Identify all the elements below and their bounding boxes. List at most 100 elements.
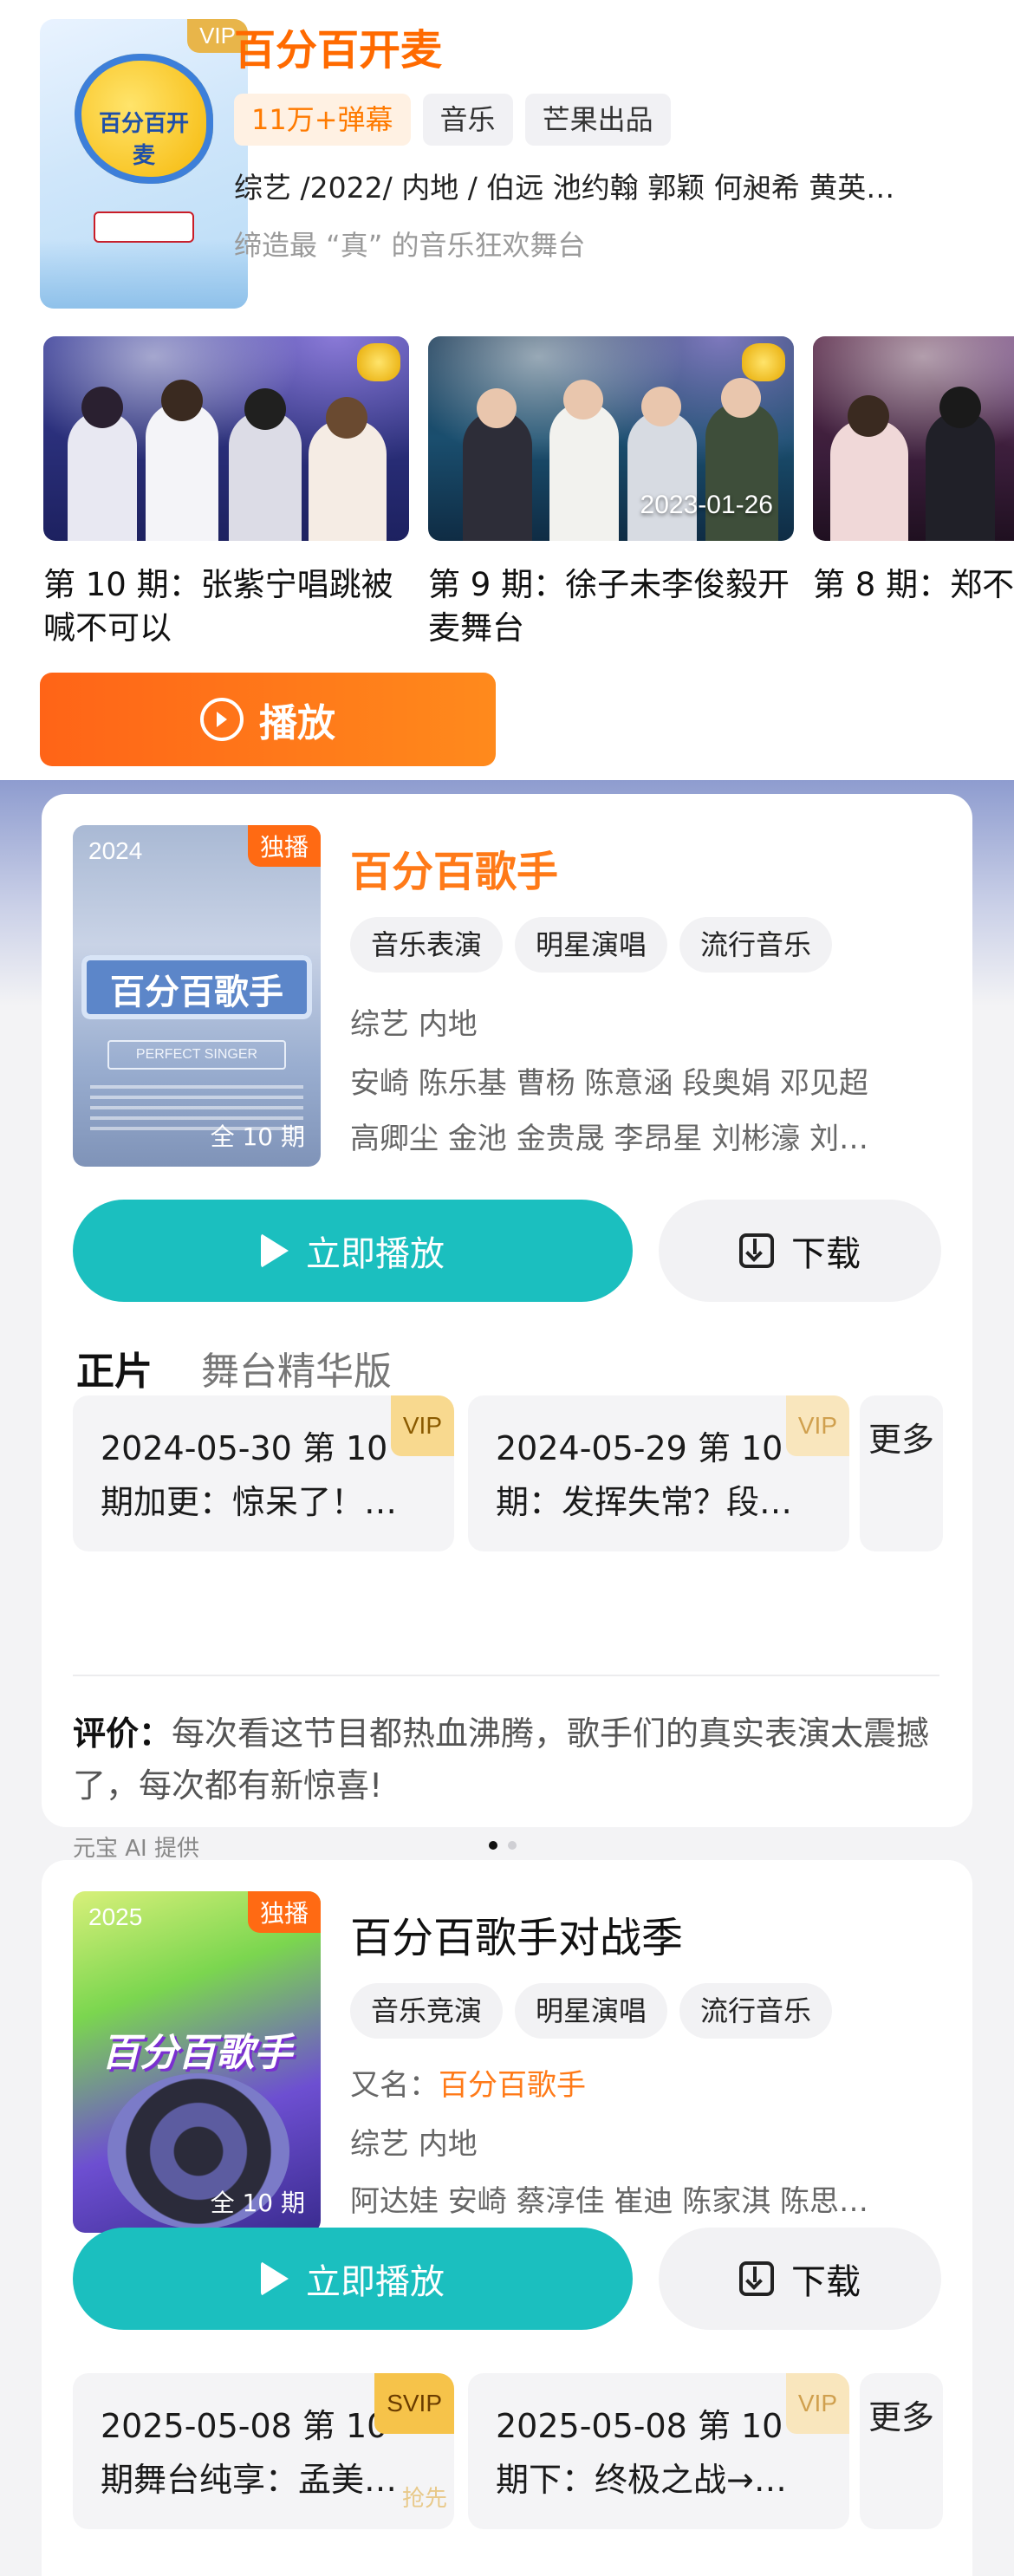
episode-title[interactable]: 第 10 期：张紫宁唱跳被喊不可以 [43,563,409,650]
genre-tags: 音乐竞演 明星演唱 流行音乐 [350,1983,833,2039]
tag-music[interactable]: 音乐 [422,94,513,146]
episode-title[interactable]: 第 8 期：郑不唱甜歌 [813,563,1014,650]
card-poster[interactable]: 百分百歌手 2025 独播 全 10 期 [73,1891,321,2233]
card-title[interactable]: 百分百歌手对战季 [350,1903,683,1964]
episode-card-line2: 期舞台纯享：孟美… [101,2461,398,2499]
poster-year: 2025 [88,1903,143,1930]
show-poster[interactable]: 百分百开麦 VIP [40,19,248,309]
version-tabs: 正片 舞台精华版 [76,1340,392,1395]
performer-figure [229,411,302,541]
ai-credit: 元宝 AI 提供 [73,1836,199,1862]
performer-head [161,380,203,421]
poster-brand-text: 百分百歌手 [110,973,283,1012]
performer-head [939,387,981,428]
download-label: 下载 [791,2262,861,2302]
performer-head [721,378,761,418]
play-icon [261,1233,289,1268]
performer-figure [705,402,778,541]
genre-tag[interactable]: 明星演唱 [515,1983,668,2039]
play-icon [261,2261,289,2296]
episode-thumbnail[interactable] [813,336,1014,541]
cast-line-1: 安崎 陈乐基 曹杨 陈意涵 段奥娟 邓见超 [350,1066,869,1101]
performer-figure [68,411,137,541]
tab-stage-highlights[interactable]: 舞台精华版 [201,1340,392,1395]
episode-card-line2: 期加更：惊呆了！… [101,1483,398,1521]
tag-danmaku-count[interactable]: 11万+弹幕 [234,94,411,146]
more-episodes-button[interactable]: 更多 [860,2373,943,2529]
play-now-button[interactable]: 立即播放 [73,1200,633,1302]
alias-value[interactable]: 百分百歌手 [439,2068,586,2103]
episode-thumbnail[interactable] [43,336,409,541]
play-circle-icon [200,698,244,741]
alias-line: 又名：百分百歌手 [350,2061,948,2104]
show-mini-logo [742,343,785,381]
play-now-label: 立即播放 [306,2262,445,2302]
result-card-2: 百分百歌手 2025 独播 全 10 期 百分百歌手对战季 音乐竞演 明星演唱 … [42,1860,972,2576]
early-access-mark: 抢先 [401,2486,447,2512]
episode-card-line1: 2025-05-08 第 10 [496,2407,783,2445]
more-episodes-button[interactable]: 更多 [860,1395,943,1551]
show-tagline: 缔造最 “真” 的音乐狂欢舞台 [234,229,586,262]
performer-figure [926,411,995,541]
genre-tag[interactable]: 流行音乐 [679,917,833,973]
episode-item[interactable]: 2023-01-26 第 9 期：徐子未李俊毅开麦舞台 [428,336,794,650]
tab-main-feature[interactable]: 正片 [76,1340,153,1395]
pagination-dot[interactable] [508,1841,517,1850]
performer-figure [627,411,697,541]
play-button-label: 播放 [259,701,335,745]
cast-line-1: 阿达娃 安崎 蔡淳佳 崔迪 陈家淇 陈思… [350,2184,869,2219]
tag-producer[interactable]: 芒果出品 [524,94,671,146]
performer-head [477,388,517,428]
episode-card-line1: 2024-05-29 第 10 [496,1429,783,1467]
show-tags: 11万+弹幕 音乐 芒果出品 [234,94,671,146]
show-mini-logo [357,343,400,381]
play-now-label: 立即播放 [306,1234,445,1274]
show-title[interactable]: 百分百开麦 [234,16,442,76]
genre-tag[interactable]: 音乐表演 [350,917,504,973]
poster-brand-text: 百分百歌手 [101,2031,292,2075]
download-icon [739,1233,774,1268]
performer-figure [830,420,908,541]
review-content: 每次看这节目都热血沸腾，歌手们的真实表演太震撼了，每次都有新惊喜! [73,1714,930,1805]
episode-card[interactable]: 2025-05-08 第 10 期下：终极之战→… VIP [468,2373,849,2529]
episode-count: 全 10 期 [210,1122,305,1151]
performer-figure [463,411,532,541]
performer-figure [146,402,218,541]
download-button[interactable]: 下载 [659,2228,941,2330]
exclusive-badge: 独播 [247,1891,321,1933]
download-button[interactable]: 下载 [659,1200,941,1302]
episode-carousel[interactable]: 第 10 期：张紫宁唱跳被喊不可以 2023-01-26 第 9 期：徐子未李俊… [43,336,1014,657]
card-title[interactable]: 百分百歌手 [350,837,558,898]
episode-card[interactable]: 2024-05-29 第 10 期：发挥失常？段… VIP [468,1395,849,1551]
genre-tag[interactable]: 流行音乐 [679,1983,833,2039]
poster-year: 2024 [88,837,143,864]
svip-badge: SVIP [374,2373,454,2434]
card-poster[interactable]: 百分百歌手 PERFECT SINGER 2024 独播 全 10 期 [73,825,321,1167]
performer-head [244,388,286,430]
play-now-button[interactable]: 立即播放 [73,2228,633,2330]
performer-head [326,397,367,439]
poster-wave-decoration [40,239,248,309]
episode-item[interactable]: 第 8 期：郑不唱甜歌 [813,336,1014,650]
episode-card[interactable]: 2025-05-08 第 10 期舞台纯享：孟美… SVIP 抢先 [73,2373,454,2529]
alias-label: 又名： [350,2068,439,2103]
category-line: 综艺 内地 [350,1007,478,1042]
vip-badge: VIP [390,1395,454,1456]
performer-figure [549,402,619,541]
divider [73,1675,939,1676]
episode-item[interactable]: 第 10 期：张紫宁唱跳被喊不可以 [43,336,409,650]
pagination-dots[interactable] [489,1841,517,1850]
result-card-1: 百分百歌手 PERFECT SINGER 2024 独播 全 10 期 百分百歌… [42,794,972,1862]
episode-thumbnail[interactable]: 2023-01-26 [428,336,794,541]
genre-tag[interactable]: 音乐竞演 [350,1983,504,2039]
episode-title[interactable]: 第 9 期：徐子未李俊毅开麦舞台 [428,563,794,650]
genre-tags: 音乐表演 明星演唱 流行音乐 [350,917,833,973]
sponsor-logo [94,211,194,243]
performer-head [848,395,889,437]
genre-tag[interactable]: 明星演唱 [515,917,668,973]
episode-card[interactable]: 2024-05-30 第 10 期加更：惊呆了！… VIP [73,1395,454,1551]
episode-date: 2023-01-26 [640,491,773,519]
download-icon [739,2261,774,2296]
play-button[interactable]: 播放 [40,673,496,766]
pagination-dot-active[interactable] [489,1841,497,1850]
